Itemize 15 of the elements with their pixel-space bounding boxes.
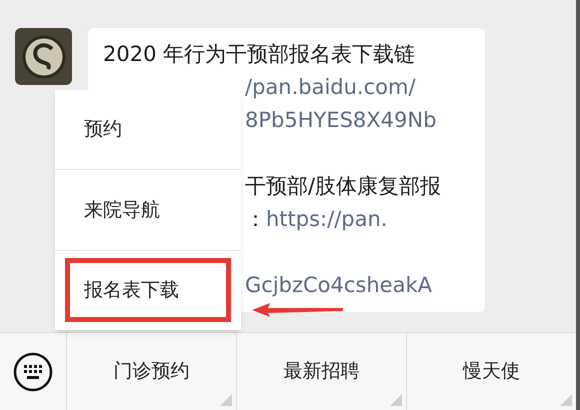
menu-item[interactable]: 预约 [65, 98, 231, 162]
message-link[interactable]: GcjbzCo4csheakA [245, 270, 432, 302]
message-link[interactable]: https://pan. [266, 204, 388, 236]
message-link[interactable]: /pan.baidu.com/ [245, 72, 416, 104]
menu-tab[interactable]: 门诊预约 [67, 333, 237, 410]
message-text: ： [245, 206, 266, 233]
logo-icon [22, 34, 66, 78]
menu-tab[interactable]: 最新招聘 [237, 333, 407, 410]
message-text: 干预部/肢体康复部报 [245, 172, 442, 200]
message-text: 2020 年行为干预部报名表下载链 [103, 40, 416, 68]
menu-item[interactable]: 报名表下载 [65, 258, 231, 322]
keyboard-icon[interactable] [13, 352, 53, 392]
menu-tab[interactable]: 慢天使 [407, 333, 576, 410]
message-link[interactable]: 8Pb5HYES8X49Nb [245, 104, 436, 136]
menu-item[interactable]: 来院导航 [65, 178, 231, 242]
